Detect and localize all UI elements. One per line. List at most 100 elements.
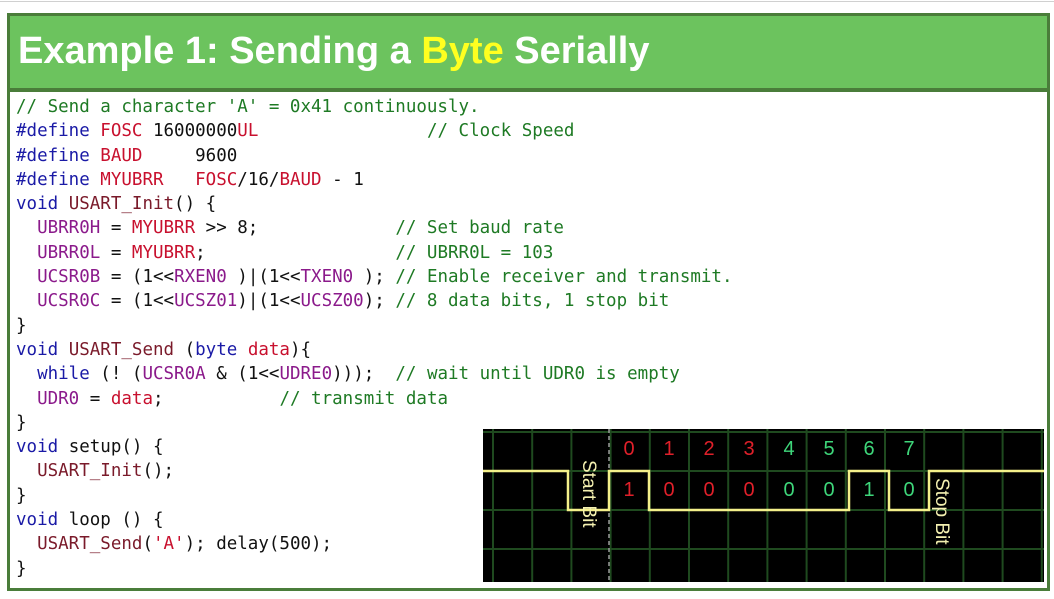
code-token: UCSR0C [37,291,101,312]
code-token: // Clock Speed [426,121,575,142]
code-line: while (! (UCSR0A & (1<<UDRE0))); // wait… [16,362,733,386]
bit-index-label: 4 [783,438,794,460]
bit-value-label: 0 [663,479,674,501]
stop-bit-label: Stop Bit [931,478,952,545]
code-token: )|(1<< [226,267,301,288]
code-token: void [16,437,69,458]
bit-value-label: 0 [743,479,754,501]
code-token: setup [68,437,122,458]
bit-value-label: 1 [863,479,874,501]
code-token: } [16,558,27,579]
code-token: ); [353,267,396,288]
code-line: } [16,314,733,338]
bit-value-label: 0 [783,479,794,501]
code-token: FOSC [100,121,143,142]
code-token: () { [121,437,164,458]
code-line: UDR0 = data; // transmit data [16,387,733,411]
code-token: void [16,194,69,215]
code-token: while [37,364,90,385]
code-token: (); [142,461,175,482]
code-token: // transmit data [279,388,449,409]
code-line: UBRR0H = MYUBRR >> 8; // Set baud rate [16,216,733,240]
code-token: UCSR0A [142,364,206,385]
code-token: // UBRR0L = 103 [395,242,554,263]
code-token: UCSZ00 [300,291,364,312]
code-token: BAUD [100,145,143,166]
bit-index-label: 5 [823,438,834,460]
code-token: USART_Send [37,534,143,555]
code-token: FOSC [195,169,238,190]
code-token: ( [174,339,196,360]
bit-value-label: 1 [623,479,634,501]
code-token: void [16,510,69,531]
code-token: UDRE0 [279,364,333,385]
slide-header: Example 1: Sending a Byte Serially [10,16,1047,92]
code-token: 9600 [142,145,238,166]
code-token: // Set baud rate [395,218,564,239]
code-token: ){ [289,339,312,360]
title-suffix: Serially [503,30,650,72]
code-line: #define MYUBRR FOSC/16/BAUD - 1 [16,168,733,192]
code-token: UL [237,121,259,142]
code-token: // Send a character 'A' = 0x41 continuou… [16,97,480,117]
code-token: UCSZ01 [174,291,238,312]
code-token: /16/ [237,169,280,190]
code-token: #define [16,145,101,166]
bit-index-label: 3 [743,438,754,460]
code-token: USART_Send [68,339,175,360]
code-token: - 1 [321,169,364,190]
code-token: = [100,242,132,263]
code-token: & (1<< [205,364,280,385]
bit-index-label: 2 [703,438,714,460]
bit-index-label: 0 [623,438,634,460]
bit-value-label: 0 [703,479,714,501]
code-token: // wait until UDR0 is empty [395,364,680,385]
slide-title: Example 1: Sending a Byte Serially [18,30,649,73]
code-token: USART_Init [37,461,143,482]
code-token: = (1<< [100,291,175,312]
code-token: // Enable receiver and transmit. [395,267,733,288]
code-line: // Send a character 'A' = 0x41 continuou… [16,95,733,119]
code-token: loop [68,510,111,531]
code-token: USART_Init [68,194,175,215]
code-token: TXEN0 [300,267,354,288]
bit-value-label: 0 [823,479,834,501]
code-line: void USART_Send (byte data){ [16,338,733,362]
title-highlight: Byte [421,30,504,72]
bit-index-label: 6 [863,438,874,460]
start-bit-label: Start Bit [578,460,599,528]
top-divider [0,1,1054,2]
code-token: ))); [332,364,396,385]
code-token: UBRR0H [37,218,101,239]
code-token: MYUBRR [100,169,164,190]
code-token: >> 8; [195,218,396,239]
code-token: = (1<< [100,267,175,288]
bit-index-label: 1 [663,438,674,460]
code-token: 'A' [152,534,185,555]
code-line: void USART_Init() { [16,192,733,216]
code-token: data [110,388,153,409]
code-token: byte [195,339,238,360]
code-token: 16000000 [142,121,238,142]
code-token: = [79,388,111,409]
code-token: UBRR0L [37,242,101,263]
code-line: #define FOSC 16000000UL // Clock Speed [16,119,733,143]
code-token: = [100,218,132,239]
code-token: (! ( [89,364,143,385]
code-token: () { [174,194,217,215]
title-prefix: Example 1: Sending a [18,30,422,72]
code-token: MYUBRR [131,218,196,239]
code-line: UCSR0B = (1<<RXEN0 )|(1<<TXEN0 ); // Ena… [16,265,733,289]
code-token: ( [142,534,153,555]
code-line: #define BAUD 9600 [16,144,733,168]
code-token: UCSR0B [37,267,101,288]
waveform-svg: 0 1 1 0 2 0 3 0 4 0 5 0 6 1 7 0 Start Bit Stop Bit [483,429,1044,582]
code-token: } [16,315,27,336]
